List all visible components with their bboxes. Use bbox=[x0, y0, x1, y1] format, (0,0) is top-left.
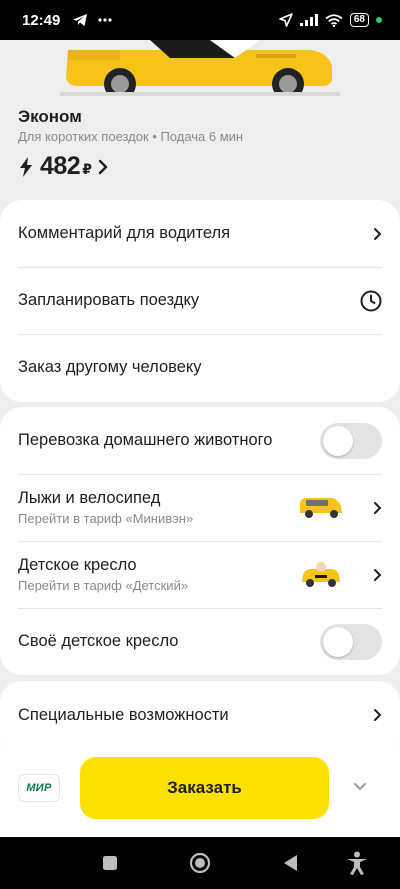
driver-comment-row[interactable]: Комментарий для водителя bbox=[0, 200, 400, 267]
pet-transport-label: Перевозка домашнего животного bbox=[18, 431, 273, 449]
wifi-icon bbox=[325, 13, 343, 27]
own-child-seat-toggle[interactable] bbox=[320, 623, 382, 660]
chevron-right-icon bbox=[374, 709, 382, 721]
order-bar: МИР Заказать bbox=[0, 745, 400, 837]
telegram-icon bbox=[73, 14, 88, 26]
tariff-name: Эконом bbox=[18, 107, 82, 126]
chevron-right-icon bbox=[374, 568, 382, 581]
skis-bike-label: Лыжи и велосипед bbox=[18, 489, 161, 507]
battery-indicator: 68 bbox=[349, 13, 369, 27]
accessibility-person-icon[interactable] bbox=[346, 851, 368, 875]
minivan-icon bbox=[300, 497, 342, 518]
driver-comment-label: Комментарий для водителя bbox=[18, 224, 231, 242]
status-time: 12:49 bbox=[22, 11, 61, 29]
price-currency: ₽ bbox=[82, 161, 92, 177]
recents-icon[interactable] bbox=[102, 855, 118, 871]
chevron-right-icon bbox=[374, 227, 382, 240]
child-seat-label: Детское кресло bbox=[18, 556, 137, 574]
chevron-down-icon[interactable] bbox=[352, 781, 368, 793]
system-nav-bar bbox=[0, 837, 400, 889]
home-icon[interactable] bbox=[189, 852, 211, 874]
trip-options-card: Комментарий для водителя Запланировать п… bbox=[0, 200, 400, 402]
lightning-icon bbox=[20, 156, 32, 177]
more-icon bbox=[98, 18, 112, 22]
requirements-card: Перевозка домашнего животного Лыжи и вел… bbox=[0, 407, 400, 675]
chevron-right-icon bbox=[98, 159, 108, 174]
price-value: 482 bbox=[40, 152, 81, 180]
toggle-knob bbox=[323, 425, 353, 456]
child-seat-sublabel: Перейти в тариф «Детский» bbox=[18, 578, 189, 593]
clock-icon bbox=[360, 290, 382, 311]
schedule-trip-label: Запланировать поездку bbox=[18, 291, 200, 309]
location-arrow-icon bbox=[279, 13, 293, 27]
privacy-dot bbox=[376, 17, 382, 23]
payment-method-label: МИР bbox=[26, 782, 52, 794]
skis-bike-sublabel: Перейти в тариф «Минивэн» bbox=[18, 511, 194, 526]
own-child-seat-row: Своё детское кресло bbox=[0, 608, 400, 675]
kids-car-icon bbox=[302, 561, 340, 587]
back-icon[interactable] bbox=[282, 854, 298, 872]
status-bar: 12:49 68 bbox=[0, 0, 400, 40]
accessibility-row[interactable]: Специальные возможности bbox=[0, 681, 400, 749]
skis-bike-row[interactable]: Лыжи и велосипед Перейти в тариф «Минивэ… bbox=[0, 474, 400, 541]
accessibility-label: Специальные возможности bbox=[18, 705, 229, 724]
schedule-trip-row[interactable]: Запланировать поездку bbox=[0, 267, 400, 334]
taxi-car-image bbox=[60, 40, 340, 96]
child-seat-row[interactable]: Детское кресло Перейти в тариф «Детский» bbox=[0, 541, 400, 608]
order-for-other-label: Заказ другому человеку bbox=[18, 358, 202, 376]
own-child-seat-label: Своё детское кресло bbox=[18, 632, 179, 650]
signal-icon bbox=[299, 14, 318, 26]
pet-transport-toggle[interactable] bbox=[320, 422, 382, 459]
chevron-right-icon bbox=[374, 501, 382, 514]
pet-transport-row: Перевозка домашнего животного bbox=[0, 407, 400, 474]
order-for-other-row[interactable]: Заказ другому человеку bbox=[0, 334, 400, 401]
payment-method-mir[interactable]: МИР bbox=[19, 775, 59, 801]
tariff-description: Для коротких поездок • Подача 6 мин bbox=[18, 129, 244, 144]
tariff-summary: Эконом Для коротких поездок • Подача 6 м… bbox=[0, 40, 400, 200]
price-button[interactable]: 482 ₽ bbox=[18, 152, 108, 181]
toggle-knob bbox=[323, 626, 353, 657]
order-button[interactable]: Заказать bbox=[80, 757, 329, 819]
